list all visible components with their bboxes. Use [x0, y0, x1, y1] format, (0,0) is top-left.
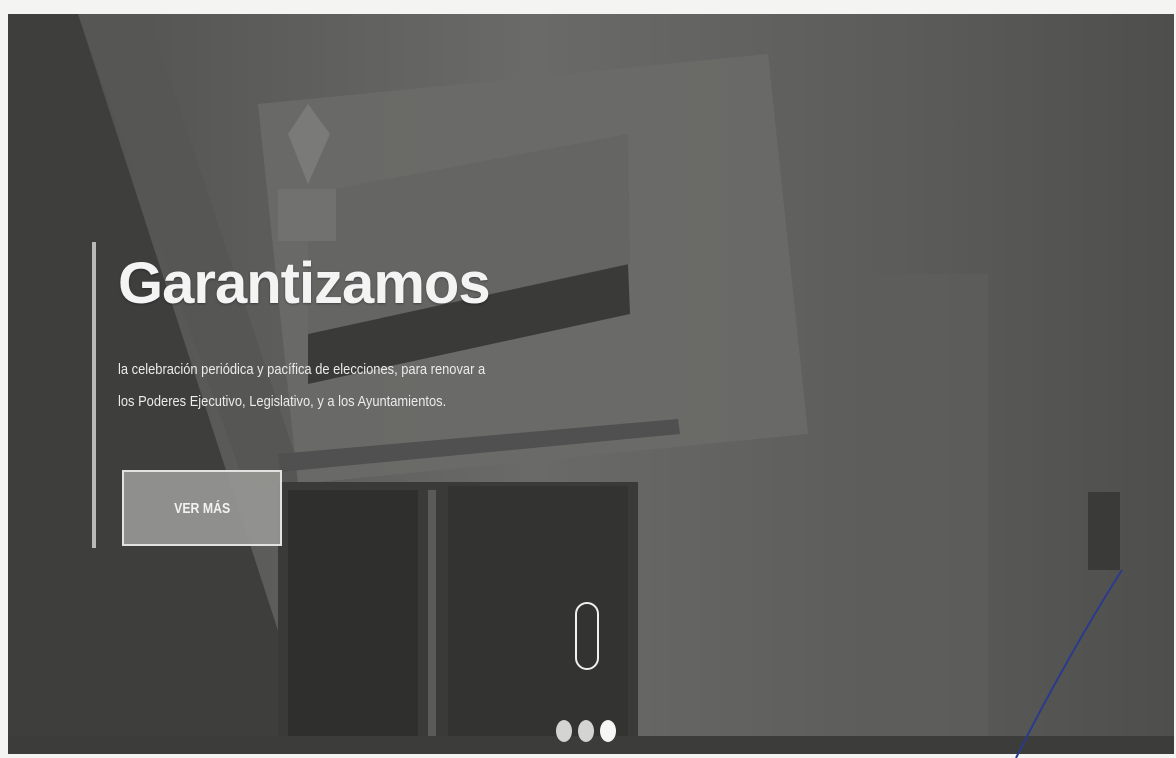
slide-dot-2[interactable]: [578, 720, 594, 742]
hero-slider: Garantizamos la celebración periódica y …: [8, 14, 1174, 754]
slide-dot-1[interactable]: [556, 720, 572, 742]
hero-description: la celebración periódica y pacífica de e…: [118, 354, 522, 418]
hero-description-line2: los Poderes Ejecutivo, Legislativo, y a …: [118, 393, 447, 410]
headline-accent-bar: [92, 242, 96, 548]
ver-mas-button[interactable]: VER MÁS: [122, 470, 282, 546]
slider-pagination: [556, 720, 616, 742]
slide-dot-3[interactable]: [600, 720, 616, 742]
scroll-mouse-icon[interactable]: [575, 602, 599, 670]
hero-description-line1: la celebración periódica y pacífica de e…: [118, 361, 486, 378]
ver-mas-button-label: VER MÁS: [173, 499, 231, 517]
hero-headline: Garantizamos: [118, 251, 491, 316]
